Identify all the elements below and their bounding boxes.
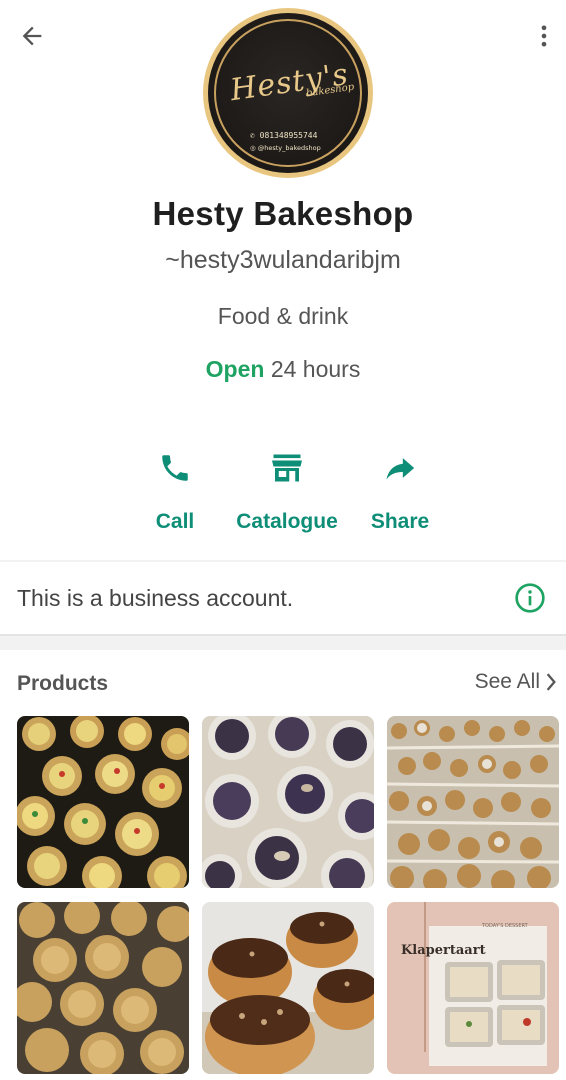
- logo-phone: ✆ 081348955744: [250, 131, 318, 140]
- fruit-tarts-image: [17, 716, 189, 888]
- product-thumbnail-3[interactable]: [387, 716, 559, 888]
- catalogue-action[interactable]: Catalogue: [227, 446, 347, 534]
- share-arrow-icon: [386, 458, 415, 480]
- see-all-button[interactable]: See All: [475, 670, 558, 694]
- business-profile-screen: Hesty's bakeshop ✆ 081348955744 ◎ @hesty…: [0, 0, 566, 1080]
- product-thumbnail-2[interactable]: [202, 716, 374, 888]
- business-hours: Open 24 hours: [0, 356, 566, 383]
- storefront-icon: [272, 454, 302, 482]
- product-thumbnail-6[interactable]: TODAY'S DESSERT Klapertaart: [387, 902, 559, 1074]
- phone-icon: [162, 455, 188, 481]
- product-thumbnail-4[interactable]: [17, 902, 189, 1074]
- profile-header: Hesty's bakeshop ✆ 081348955744 ◎ @hesty…: [0, 0, 566, 560]
- business-account-row[interactable]: This is a business account.: [0, 562, 566, 636]
- logo-phone-number: 081348955744: [259, 131, 318, 140]
- see-all-label: See All: [474, 670, 540, 693]
- klapper-tag: TODAY'S DESSERT: [481, 923, 529, 929]
- cake-cups-image: [202, 716, 374, 888]
- back-arrow-icon: [22, 26, 42, 46]
- back-button[interactable]: [14, 18, 50, 54]
- more-options-button[interactable]: [526, 18, 562, 54]
- catalogue-label: Catalogue: [236, 510, 338, 533]
- call-action[interactable]: Call: [115, 446, 235, 534]
- products-title: Products: [17, 672, 109, 695]
- business-account-text: This is a business account.: [17, 585, 294, 611]
- chocolate-choux-image: [202, 902, 374, 1074]
- share-action[interactable]: Share: [340, 446, 460, 534]
- more-vert-icon: [541, 25, 547, 47]
- logo-instagram: ◎ @hesty_bakedshop: [250, 144, 321, 152]
- profile-avatar[interactable]: Hesty's bakeshop ✆ 081348955744 ◎ @hesty…: [203, 8, 373, 178]
- klappertaart-image: TODAY'S DESSERT Klapertaart: [387, 902, 559, 1074]
- cookie-boxes-image: [387, 716, 559, 888]
- product-thumbnail-1[interactable]: [17, 716, 189, 888]
- product-thumbnail-5[interactable]: [202, 902, 374, 1074]
- logo-instagram-handle: @hesty_bakedshop: [257, 144, 321, 152]
- business-category: Food & drink: [217, 303, 349, 329]
- wrapped-pastries-image: [17, 902, 189, 1074]
- info-icon[interactable]: [514, 582, 546, 614]
- hours-text: 24 hours: [270, 356, 361, 382]
- klapper-label: Klapertaart: [401, 943, 486, 958]
- share-label: Share: [370, 510, 430, 533]
- products-section: Products See All TODAY'S DESSERT Klapert…: [0, 650, 566, 1080]
- business-name: Hesty Bakeshop: [152, 195, 414, 232]
- hours-status: Open: [205, 356, 265, 382]
- business-handle: ~hesty3wulandaribjm: [165, 246, 401, 274]
- chevron-right-icon: [546, 673, 556, 691]
- call-label: Call: [155, 510, 195, 533]
